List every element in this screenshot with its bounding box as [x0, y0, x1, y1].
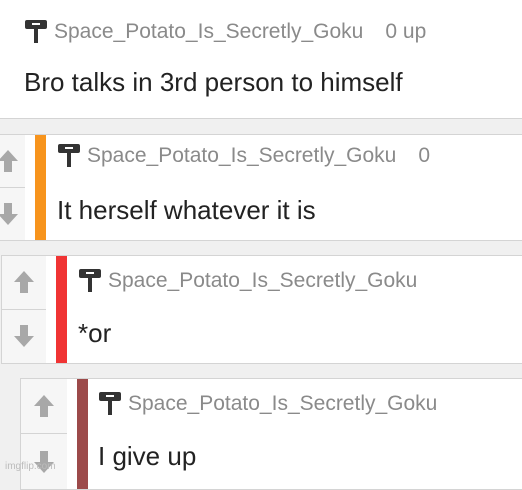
comment-text: *or [78, 318, 112, 348]
comment: Space_Potato_Is_Secretly_Goku 0 It herse… [0, 134, 522, 241]
downvote-button[interactable] [0, 188, 25, 241]
comment-username[interactable]: Space_Potato_Is_Secretly_Goku [87, 144, 396, 168]
vote-column [0, 135, 25, 240]
comment-meta: Space_Potato_Is_Secretly_Goku [98, 391, 459, 417]
down-arrow-icon [14, 325, 34, 348]
comment-text: Bro talks in 3rd person to himself [24, 67, 403, 97]
downvote-button[interactable] [2, 310, 46, 364]
comment-points: 0 up [385, 20, 427, 43]
comment-text: It herself whatever it is [57, 195, 316, 225]
user-badge-icon[interactable] [98, 391, 122, 417]
thread-depth-bar [56, 256, 67, 363]
down-arrow-icon [0, 202, 18, 225]
user-badge-icon[interactable] [57, 143, 81, 169]
comment: Space_Potato_Is_Secretly_Goku *or [1, 255, 522, 364]
thread-depth-bar [77, 379, 88, 489]
user-badge-icon[interactable] [78, 268, 102, 294]
comment-meta: Space_Potato_Is_Secretly_Goku 0 up [24, 19, 426, 45]
comment: Space_Potato_Is_Secretly_Goku 0 up Bro t… [0, 0, 522, 119]
comment: Space_Potato_Is_Secretly_Goku I give up [20, 378, 522, 490]
comment-username[interactable]: Space_Potato_Is_Secretly_Goku [108, 269, 417, 293]
imgflip-watermark: imgflip.com [5, 461, 56, 472]
comment-username[interactable]: Space_Potato_Is_Secretly_Goku [128, 392, 437, 416]
up-arrow-icon [0, 149, 18, 172]
comment-points: 0 [418, 144, 431, 167]
upvote-button[interactable] [2, 256, 46, 310]
up-arrow-icon [34, 395, 54, 417]
vote-column [2, 256, 46, 363]
up-arrow-icon [14, 271, 34, 294]
upvote-button[interactable] [0, 135, 25, 188]
comment-meta: Space_Potato_Is_Secretly_Goku [78, 268, 439, 294]
comment-body: Space_Potato_Is_Secretly_Goku 0 up Bro t… [24, 0, 522, 118]
user-badge-icon[interactable] [24, 19, 48, 45]
vote-column [21, 379, 67, 489]
upvote-button[interactable] [21, 379, 67, 434]
comment-body: Space_Potato_Is_Secretly_Goku I give up [98, 379, 522, 489]
comment-thread: { "comments": [ { "username": "Space_Pot… [0, 0, 522, 490]
comment-text: I give up [98, 441, 197, 471]
comment-body: Space_Potato_Is_Secretly_Goku 0 It herse… [57, 135, 522, 240]
thread-depth-bar [35, 135, 46, 240]
comment-meta: Space_Potato_Is_Secretly_Goku 0 [57, 143, 430, 169]
comment-body: Space_Potato_Is_Secretly_Goku *or [78, 256, 522, 363]
comment-username[interactable]: Space_Potato_Is_Secretly_Goku [54, 20, 363, 44]
